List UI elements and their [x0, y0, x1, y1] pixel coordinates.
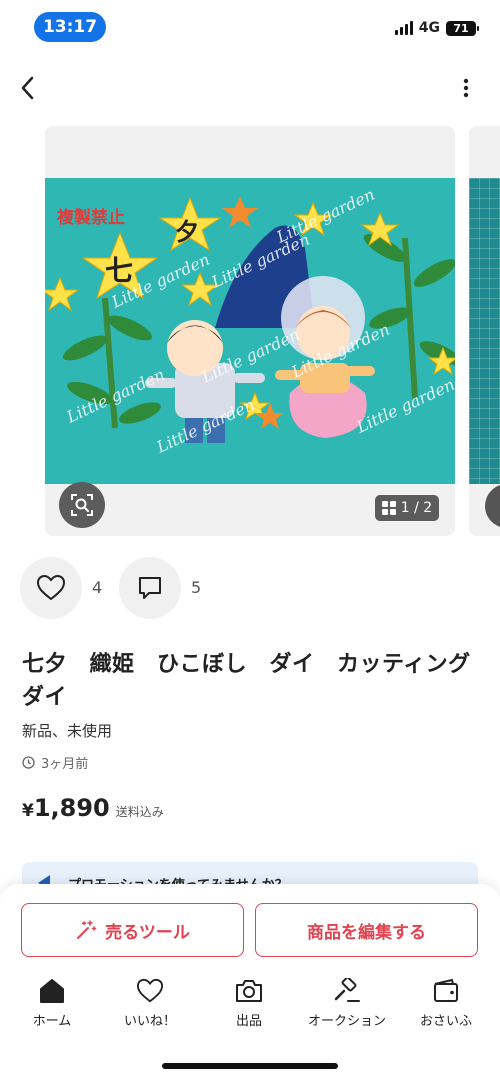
- signal-icon: [394, 21, 413, 35]
- bottom-tab-bar: ホーム いいね！ 出品 オークション おさいふ: [0, 978, 500, 1038]
- posted-time: 3ヶ月前: [22, 753, 88, 772]
- bottom-action-sheet: 売るツール 商品を編集する ホーム いいね！ 出品 オークション おさいふ: [0, 884, 500, 1080]
- status-indicators: 4G 71: [394, 20, 479, 36]
- status-time: 13:17: [34, 12, 106, 42]
- chevron-left-icon: [21, 76, 34, 100]
- price-currency: ¥: [22, 801, 34, 821]
- next-image-preview[interactable]: [469, 126, 500, 536]
- image-page-counter-text: 1 / 2: [400, 500, 433, 516]
- next-image-thumbnail: [469, 178, 500, 484]
- copy-notice-text: 複製禁止: [56, 207, 125, 228]
- tab-home-label: ホーム: [32, 1014, 72, 1029]
- home-indicator: [162, 1063, 338, 1069]
- status-bar: 13:17 4G 71: [0, 0, 500, 56]
- clock-icon: [22, 756, 35, 769]
- edit-item-button[interactable]: 商品を編集する: [255, 903, 478, 957]
- magic-wand-icon: [77, 920, 97, 939]
- tab-auction-label: オークション: [307, 1014, 386, 1029]
- image-char-2: 夕: [175, 218, 199, 246]
- more-options-button[interactable]: [456, 76, 476, 100]
- tab-auction[interactable]: オークション: [299, 978, 395, 1029]
- product-condition: 新品、未使用: [22, 722, 113, 740]
- tab-sell[interactable]: 出品: [201, 978, 297, 1029]
- price-value: ¥1,890: [22, 794, 110, 822]
- posted-time-text: 3ヶ月前: [41, 757, 89, 772]
- comment-icon: [139, 577, 161, 599]
- product-image-carousel[interactable]: 複製禁止 七 夕 Little garden Little garden Lit…: [45, 126, 455, 536]
- shipping-label: 送料込み: [115, 805, 164, 819]
- edit-item-label: 商品を編集する: [307, 922, 426, 943]
- like-count: 4: [92, 578, 103, 597]
- product-image: 複製禁止 七 夕 Little garden Little garden Lit…: [45, 178, 455, 484]
- tab-wallet-label: おさいふ: [419, 1014, 472, 1029]
- image-page-counter[interactable]: 1 / 2: [375, 495, 439, 521]
- battery-icon: 71: [446, 20, 479, 36]
- battery-level: 71: [453, 21, 469, 35]
- more-vertical-icon: [463, 78, 469, 98]
- sell-tool-label: 売るツール: [105, 922, 190, 943]
- image-search-button[interactable]: [59, 482, 105, 528]
- back-button[interactable]: [14, 74, 40, 102]
- image-char-1: 七: [105, 254, 133, 287]
- price-row: ¥1,890 送料込み: [22, 794, 164, 822]
- camera-icon: [236, 980, 262, 1002]
- tab-sell-label: 出品: [235, 1014, 262, 1029]
- next-image-lens-peek: [485, 484, 500, 528]
- network-type: 4G: [418, 20, 440, 36]
- tab-likes-label: いいね！: [123, 1014, 176, 1029]
- home-icon: [40, 979, 64, 1003]
- comment-count: 5: [191, 578, 202, 597]
- grid-icon: [381, 501, 396, 515]
- tab-wallet[interactable]: おさいふ: [398, 978, 494, 1029]
- tab-home[interactable]: ホーム: [4, 978, 100, 1029]
- gavel-icon: [334, 978, 360, 1002]
- comment-button[interactable]: [119, 557, 181, 619]
- tab-likes[interactable]: いいね！: [102, 978, 198, 1029]
- like-button[interactable]: [20, 557, 82, 619]
- sell-tool-button[interactable]: 売るツール: [21, 903, 244, 957]
- heart-icon: [36, 574, 66, 601]
- image-search-icon: [71, 494, 93, 516]
- product-title: 七夕 織姫 ひこぼし ダイ カッティングダイ: [22, 652, 471, 710]
- price-amount: 1,890: [33, 794, 110, 822]
- heart-icon: [136, 978, 164, 1003]
- wallet-icon: [434, 979, 458, 1002]
